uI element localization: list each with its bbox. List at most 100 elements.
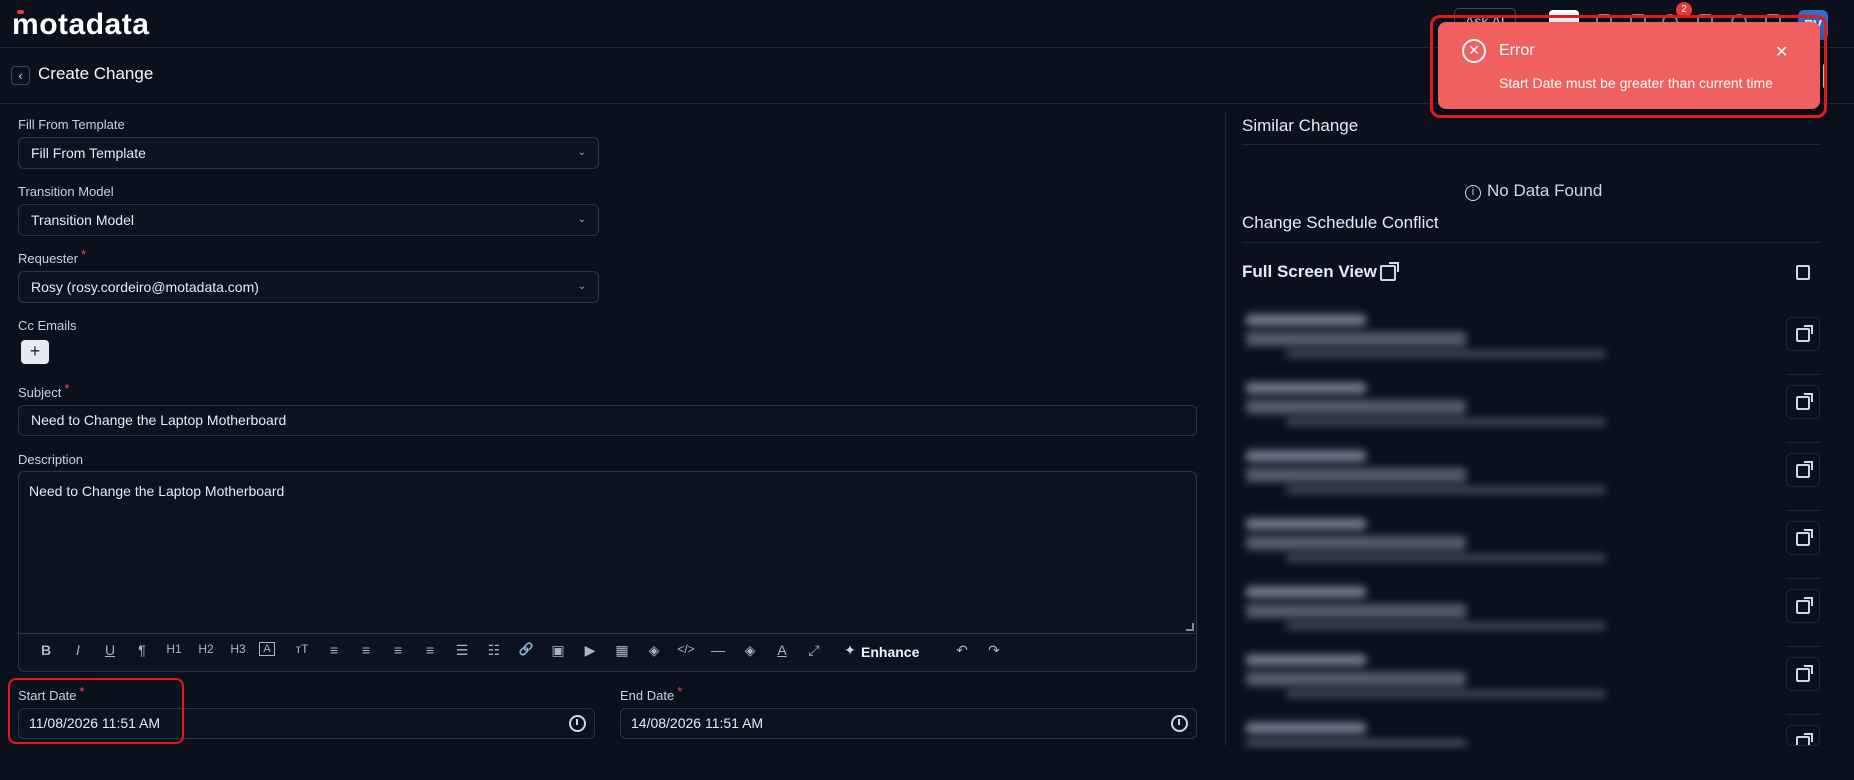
description-text[interactable]: Need to Change the Laptop Motherboard (29, 483, 284, 499)
open-conflict-button[interactable] (1786, 521, 1820, 555)
enhance-button[interactable]: Enhance (861, 644, 919, 660)
toast-highlight (1430, 15, 1827, 118)
fill-from-template-value: Fill From Template (31, 145, 146, 161)
external-link-icon (1796, 461, 1813, 478)
conflict-item (1246, 446, 1686, 501)
add-cc-email-button[interactable]: + (21, 340, 49, 364)
chevron-down-icon: ⌄ (577, 147, 586, 158)
open-conflict-button[interactable] (1786, 725, 1820, 746)
cc-emails-label: Cc Emails (18, 318, 77, 333)
video-icon[interactable]: ▶ (579, 642, 601, 659)
resize-handle[interactable] (1186, 623, 1194, 631)
required-mark: * (64, 381, 70, 396)
conflict-item (1246, 514, 1686, 569)
conflict-item (1246, 378, 1686, 433)
description-editor[interactable]: Need to Change the Laptop Motherboard B … (18, 471, 1197, 672)
align-left-icon[interactable]: ≡ (323, 642, 345, 658)
page-title: Create Change (38, 64, 154, 83)
heading1-icon[interactable]: H1 (163, 642, 185, 656)
subject-label: Subject * (18, 381, 69, 400)
align-justify-icon[interactable]: ≡ (419, 642, 441, 658)
open-conflict-button[interactable] (1786, 453, 1820, 487)
expand-icon[interactable]: ⤢ (803, 642, 825, 659)
logo[interactable]: motadata (12, 8, 149, 42)
italic-icon[interactable]: I (67, 642, 89, 658)
link-icon[interactable]: 🔗 (515, 642, 537, 656)
requester-label: Requester * (18, 247, 86, 266)
align-center-icon[interactable]: ≡ (355, 642, 377, 658)
conflict-item (1246, 650, 1686, 705)
conflict-item (1246, 310, 1686, 365)
external-link-icon (1796, 529, 1813, 546)
no-data-message: i No Data Found (1465, 181, 1602, 201)
full-screen-view-link[interactable]: Full Screen View (1242, 262, 1377, 282)
external-link-icon (1796, 325, 1813, 342)
row-divider (1786, 510, 1820, 511)
redo-icon[interactable]: ↷ (983, 642, 1005, 659)
transition-model-select[interactable]: Transition Model ⌄ (18, 204, 599, 236)
conflict-item (1246, 718, 1686, 746)
panel-divider (1225, 112, 1226, 746)
align-right-icon[interactable]: ≡ (387, 642, 409, 658)
required-mark: * (677, 684, 683, 699)
back-button[interactable]: ‹ (11, 66, 30, 85)
external-link-icon (1796, 393, 1813, 410)
transition-model-value: Transition Model (31, 212, 134, 228)
external-link-icon (1796, 665, 1813, 682)
bold-icon[interactable]: B (35, 642, 57, 658)
description-label: Description (18, 452, 84, 467)
requester-value: Rosy (rosy.cordeiro@motadata.com) (31, 279, 259, 295)
requester-select[interactable]: Rosy (rosy.cordeiro@motadata.com) ⌄ (18, 271, 599, 303)
open-conflict-button[interactable] (1786, 317, 1820, 351)
row-divider (1786, 374, 1820, 375)
calendar-icon[interactable] (1796, 265, 1810, 280)
change-schedule-conflict-heading: Change Schedule Conflict (1242, 213, 1439, 232)
code-icon[interactable]: </> (675, 642, 697, 656)
text-color-icon[interactable]: A (771, 642, 793, 658)
heading2-icon[interactable]: H2 (195, 642, 217, 656)
fill-from-template-select[interactable]: Fill From Template ⌄ (18, 137, 599, 169)
magic-wand-icon[interactable]: ✦ (839, 642, 861, 659)
external-link-icon[interactable] (1380, 262, 1399, 281)
font-size-icon[interactable]: тT (291, 642, 313, 656)
horizontal-rule-icon[interactable]: — (707, 642, 729, 658)
requester-label-text: Requester (18, 251, 78, 266)
heading3-icon[interactable]: H3 (227, 642, 249, 656)
table-icon[interactable]: ▦ (611, 642, 633, 659)
chevron-down-icon: ⌄ (577, 214, 586, 225)
fill-from-template-label: Fill From Template (18, 117, 125, 132)
undo-icon[interactable]: ↶ (951, 642, 973, 659)
section-divider (1242, 144, 1820, 145)
row-divider (1786, 714, 1820, 715)
editor-toolbar: B I U ¶ H1 H2 H3 A тT ≡ ≡ ≡ ≡ ☰ ☷ 🔗 ▣ ▶ … (19, 633, 1196, 671)
end-date-input[interactable]: 14/08/2026 11:51 AM (620, 708, 1197, 739)
info-icon: i (1465, 185, 1481, 201)
logo-text: otadata (39, 8, 150, 41)
clock-icon[interactable] (1171, 715, 1188, 732)
open-conflict-button[interactable] (1786, 657, 1820, 691)
clock-icon[interactable] (569, 715, 586, 732)
start-date-highlight (8, 678, 184, 744)
image-icon[interactable]: ▣ (547, 642, 569, 659)
transition-model-label: Transition Model (18, 184, 114, 199)
numbered-list-icon[interactable]: ☷ (483, 642, 505, 659)
underline-icon[interactable]: U (99, 642, 121, 658)
highlight-color-icon[interactable]: ◈ (739, 642, 761, 659)
row-divider (1786, 442, 1820, 443)
open-conflict-button[interactable] (1786, 385, 1820, 419)
end-date-value: 14/08/2026 11:51 AM (631, 715, 764, 731)
text-box-icon[interactable]: A (259, 642, 275, 656)
no-data-text: No Data Found (1487, 181, 1603, 200)
conflict-item (1246, 582, 1686, 637)
bullet-list-icon[interactable]: ☰ (451, 642, 473, 659)
paragraph-icon[interactable]: ¶ (131, 642, 153, 658)
fill-color-icon[interactable]: ◈ (643, 642, 665, 659)
row-divider (1786, 578, 1820, 579)
end-date-label: End Date * (620, 684, 682, 703)
external-link-icon (1796, 597, 1813, 614)
similar-change-heading: Similar Change (1242, 116, 1359, 135)
required-mark: * (80, 247, 87, 262)
subject-label-text: Subject (18, 385, 62, 400)
open-conflict-button[interactable] (1786, 589, 1820, 623)
subject-input[interactable]: Need to Change the Laptop Motherboard (18, 405, 1197, 436)
